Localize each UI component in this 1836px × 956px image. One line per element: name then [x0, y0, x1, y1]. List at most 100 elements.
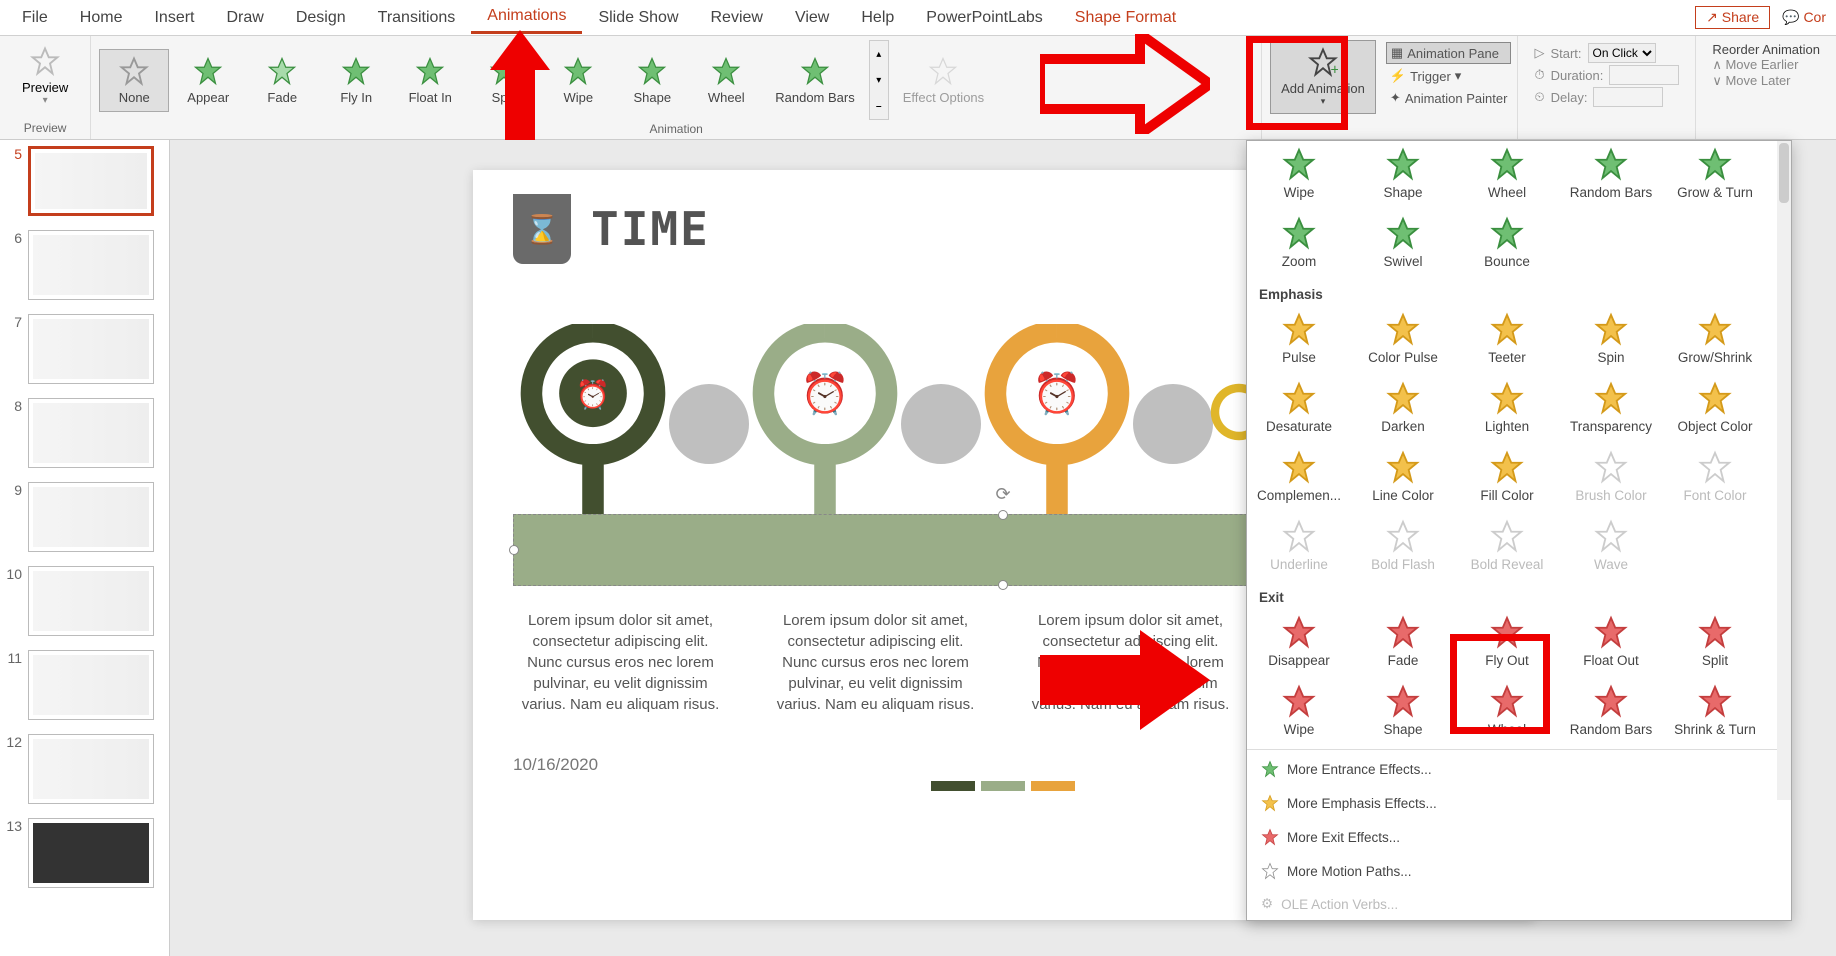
dd-item-float-out[interactable]: Float Out	[1559, 609, 1663, 678]
anim-none-label: None	[119, 90, 150, 105]
start-select[interactable]: On Click	[1588, 43, 1656, 63]
dd-item-wipe[interactable]: Wipe	[1247, 678, 1351, 747]
dd-item-disappear[interactable]: Disappear	[1247, 609, 1351, 678]
dd-item-spin[interactable]: Spin	[1559, 306, 1663, 375]
dd-item-lighten[interactable]: Lighten	[1455, 375, 1559, 444]
tab-home[interactable]: Home	[64, 3, 139, 33]
tab-view[interactable]: View	[779, 3, 845, 33]
dd-item-zoom[interactable]: Zoom	[1247, 210, 1351, 279]
tab-draw[interactable]: Draw	[210, 3, 279, 33]
gallery-more[interactable]: ⎯	[870, 93, 888, 119]
effect-options[interactable]: Effect Options	[893, 50, 994, 111]
group-preview-label: Preview	[8, 119, 82, 135]
thumb-11[interactable]: 11	[4, 650, 165, 720]
dd-item-bold-reveal: Bold Reveal	[1455, 513, 1559, 582]
thumbnail-panel[interactable]: 5 6 7 8 9 10 11 12 13	[0, 140, 170, 956]
callout-box-add-animation	[1246, 36, 1348, 130]
preview-button[interactable]: Preview ▾	[8, 40, 82, 112]
anim-flyin[interactable]: Fly In	[321, 50, 391, 111]
timing-start[interactable]: ▷ Start: On Click	[1534, 42, 1679, 64]
callout-arrow-flyout	[1040, 630, 1210, 730]
dd-item-shape[interactable]: Shape	[1351, 678, 1455, 747]
thumb-5[interactable]: 5	[4, 146, 165, 216]
anim-fade[interactable]: Fade	[247, 50, 317, 111]
tab-pptlabs[interactable]: PowerPointLabs	[910, 3, 1059, 33]
thumb-7[interactable]: 7	[4, 314, 165, 384]
dd-item-color-pulse[interactable]: Color Pulse	[1351, 306, 1455, 375]
comments-button[interactable]: 💬 Cor	[1778, 7, 1830, 28]
tab-insert[interactable]: Insert	[138, 3, 210, 33]
rotate-handle[interactable]: ⟳	[995, 484, 1010, 505]
dd-item-darken[interactable]: Darken	[1351, 375, 1455, 444]
more-emphasis[interactable]: More Emphasis Effects...	[1247, 786, 1791, 820]
more-motion[interactable]: More Motion Paths...	[1247, 854, 1791, 888]
dd-item-wheel[interactable]: Wheel	[1455, 141, 1559, 210]
svg-text:⏰: ⏰	[1032, 369, 1082, 416]
dd-item-random-bars[interactable]: Random Bars	[1559, 678, 1663, 747]
dropdown-scrollbar[interactable]	[1777, 141, 1791, 800]
tab-shape-format[interactable]: Shape Format	[1059, 3, 1192, 33]
tab-transitions[interactable]: Transitions	[362, 3, 472, 33]
dd-item-pulse[interactable]: Pulse	[1247, 306, 1351, 375]
dd-item-swivel[interactable]: Swivel	[1351, 210, 1455, 279]
tab-help[interactable]: Help	[845, 3, 910, 33]
ole-verbs: ⚙ OLE Action Verbs...	[1247, 888, 1791, 920]
thumb-13[interactable]: 13	[4, 818, 165, 888]
dd-item-complemen-[interactable]: Complemen...	[1247, 444, 1351, 513]
timing-delay: ⏲ Delay:	[1534, 86, 1679, 108]
dd-item-desaturate[interactable]: Desaturate	[1247, 375, 1351, 444]
dd-item-shape[interactable]: Shape	[1351, 141, 1455, 210]
resize-handle-n[interactable]	[998, 510, 1008, 520]
gallery-up[interactable]: ▴	[870, 41, 888, 67]
animation-painter-button[interactable]: ✦Animation Painter	[1386, 88, 1512, 108]
trigger-button[interactable]: ⚡Trigger ▾	[1386, 66, 1512, 86]
move-earlier[interactable]: ∧ Move Earlier	[1712, 57, 1820, 73]
star-fade-icon	[267, 56, 297, 86]
dd-item-teeter[interactable]: Teeter	[1455, 306, 1559, 375]
add-animation-dropdown: WipeShapeWheelRandom BarsGrow & TurnZoom…	[1246, 140, 1792, 921]
anim-appear[interactable]: Appear	[173, 50, 243, 111]
anim-wipe[interactable]: Wipe	[543, 50, 613, 111]
duration-input	[1609, 65, 1679, 85]
thumb-12[interactable]: 12	[4, 734, 165, 804]
gallery-down[interactable]: ▾	[870, 67, 888, 93]
ole-label: OLE Action Verbs...	[1281, 897, 1398, 912]
share-button[interactable]: ↗ Share	[1695, 6, 1770, 29]
dd-item-split[interactable]: Split	[1663, 609, 1767, 678]
dd-item-shrink-turn[interactable]: Shrink & Turn	[1663, 678, 1767, 747]
thumb-9[interactable]: 9	[4, 482, 165, 552]
trigger-icon: ⚡	[1390, 68, 1406, 84]
anim-floatin-label: Float In	[409, 90, 452, 105]
anim-floatin[interactable]: Float In	[395, 50, 465, 111]
thumb-8[interactable]: 8	[4, 398, 165, 468]
dd-item-transparency[interactable]: Transparency	[1559, 375, 1663, 444]
tab-design[interactable]: Design	[280, 3, 362, 33]
anim-wheel[interactable]: Wheel	[691, 50, 761, 111]
anim-shape[interactable]: Shape	[617, 50, 687, 111]
dd-item-object-color[interactable]: Object Color	[1663, 375, 1767, 444]
more-entrance[interactable]: More Entrance Effects...	[1247, 752, 1791, 786]
dd-item-fade[interactable]: Fade	[1351, 609, 1455, 678]
anim-none[interactable]: None	[99, 49, 169, 112]
thumb-10[interactable]: 10	[4, 566, 165, 636]
dd-item-wipe[interactable]: Wipe	[1247, 141, 1351, 210]
move-later[interactable]: ∨ Move Later	[1712, 73, 1820, 89]
star-gray-icon	[1261, 862, 1279, 880]
dd-item-grow-turn[interactable]: Grow & Turn	[1663, 141, 1767, 210]
dd-item-bounce[interactable]: Bounce	[1455, 210, 1559, 279]
dd-item-fill-color[interactable]: Fill Color	[1455, 444, 1559, 513]
more-exit[interactable]: More Exit Effects...	[1247, 820, 1791, 854]
tab-slideshow[interactable]: Slide Show	[582, 3, 694, 33]
resize-handle-s[interactable]	[998, 580, 1008, 590]
dd-item-grow-shrink[interactable]: Grow/Shrink	[1663, 306, 1767, 375]
thumb-6[interactable]: 6	[4, 230, 165, 300]
dd-item-line-color[interactable]: Line Color	[1351, 444, 1455, 513]
gear-icon: ⚙	[1261, 896, 1273, 912]
animation-pane-button[interactable]: ▦Animation Pane	[1386, 42, 1512, 64]
resize-handle-w[interactable]	[509, 545, 519, 555]
tab-file[interactable]: File	[6, 3, 64, 33]
tab-review[interactable]: Review	[695, 3, 779, 33]
dd-item-random-bars[interactable]: Random Bars	[1559, 141, 1663, 210]
pin-2: ⏰	[745, 324, 905, 524]
anim-randombars[interactable]: Random Bars	[765, 50, 864, 111]
